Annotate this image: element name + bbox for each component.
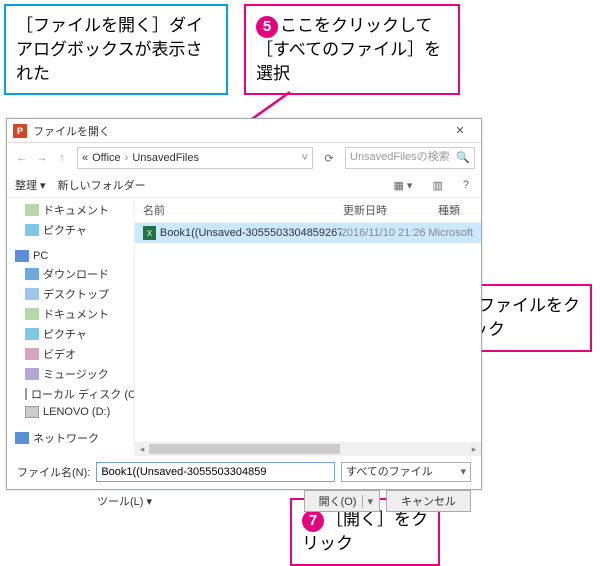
drive-icon [25,406,39,418]
network-icon [15,432,29,444]
sidebar-item-downloads[interactable]: ダウンロード [7,264,134,284]
drive-icon [25,388,27,400]
chevron-right-icon: › [125,152,129,164]
music-icon [25,368,39,380]
filetype-select[interactable]: すべてのファイル [341,462,471,482]
sidebar-item-pc[interactable]: PC [7,248,134,264]
filename-input[interactable] [96,462,335,482]
video-icon [25,348,39,360]
pictures-icon [25,224,39,236]
breadcrumb-segment[interactable]: UnsavedFiles [132,152,199,164]
buttons-row: ツール(L) ▾ 開く(O)▾ キャンセル [17,490,471,512]
filename-label: ファイル名(N): [17,464,90,480]
horizontal-scrollbar[interactable]: ◂ ▸ [135,442,481,456]
nav-arrows: ← → ↑ [13,149,71,167]
forward-button[interactable]: → [33,149,51,167]
dialog-body: ドキュメント ピクチャ PC ダウンロード デスクトップ ドキュメント ピクチャ… [7,198,481,456]
scroll-right-button[interactable]: ▸ [467,442,481,456]
address-bar: ← → ↑ « Office › UnsavedFiles ˅ ⟳ Unsave… [7,143,481,173]
sidebar-item-video[interactable]: ビデオ [7,344,134,364]
file-row[interactable]: X Book1((Unsaved-305550330485926762)) 20… [135,223,481,243]
sidebar-item-pictures2[interactable]: ピクチャ [7,324,134,344]
scroll-thumb[interactable] [149,444,340,454]
downloads-icon [25,268,39,280]
scroll-left-button[interactable]: ◂ [135,442,149,456]
file-date-cell: 2016/11/10 21:26 [341,227,429,239]
callout-step5: 5ここをクリックして［すべてのファイル］を選択 [244,4,460,95]
sidebar-item-ddrive[interactable]: LENOVO (D:) [7,404,134,420]
column-header-type[interactable]: 種類 [438,202,473,218]
sidebar-item-documents[interactable]: ドキュメント [7,200,134,220]
column-headers: 名前 更新日時 種類 [135,198,481,223]
sidebar-item-network[interactable]: ネットワーク [7,428,134,448]
view-options-button[interactable]: ▦ ▾ [389,179,416,192]
breadcrumb-overflow: « [82,152,88,164]
tools-menu[interactable]: ツール(L) ▾ [97,493,152,509]
pictures-icon [25,328,39,340]
column-header-date[interactable]: 更新日時 [343,202,438,218]
callout-text: ここをクリックして［すべてのファイル］を選択 [256,16,441,83]
powerpoint-icon: P [13,124,27,138]
open-button[interactable]: 開く(O)▾ [304,490,380,512]
search-placeholder: UnsavedFilesの検索 [350,151,450,163]
chevron-down-icon[interactable]: ˅ [302,152,308,164]
file-list-pane: 名前 更新日時 種類 X Book1((Unsaved-305550330485… [135,198,481,456]
sidebar-item-pictures[interactable]: ピクチャ [7,220,134,240]
step-number-5: 5 [256,16,278,38]
pc-icon [15,250,29,262]
documents-icon [25,308,39,320]
refresh-button[interactable]: ⟳ [319,148,339,168]
breadcrumb-segment[interactable]: Office [92,152,121,164]
filename-row: ファイル名(N): すべてのファイル [17,462,471,482]
up-button[interactable]: ↑ [53,149,71,167]
file-open-dialog: P ファイルを開く ✕ ← → ↑ « Office › UnsavedFile… [6,118,482,490]
callout-text: ［ファイルを開く］ダイアログボックスが表示された [16,16,203,83]
desktop-icon [25,288,39,300]
dialog-footer: ファイル名(N): すべてのファイル ツール(L) ▾ 開く(O)▾ キャンセル [7,456,481,518]
help-button[interactable]: ? [459,179,473,191]
cancel-button[interactable]: キャンセル [386,490,471,512]
search-input[interactable]: UnsavedFilesの検索 🔍 [345,147,475,169]
callout-top-left: ［ファイルを開く］ダイアログボックスが表示された [4,4,228,95]
breadcrumb[interactable]: « Office › UnsavedFiles ˅ [77,147,313,169]
sidebar-item-music[interactable]: ミュージック [7,364,134,384]
column-header-name[interactable]: 名前 [143,202,343,218]
titlebar: P ファイルを開く ✕ [7,119,481,143]
dialog-title: ファイルを開く [33,123,445,139]
toolbar: 整理 ▾ 新しいフォルダー ▦ ▾ ▥ ? [7,173,481,198]
search-icon: 🔍 [456,151,470,164]
sidebar-item-desktop[interactable]: デスクトップ [7,284,134,304]
excel-icon: X [143,226,156,240]
sidebar-item-cdrive[interactable]: ローカル ディスク (C [7,384,134,404]
close-button[interactable]: ✕ [445,124,475,137]
preview-pane-button[interactable]: ▥ [428,179,446,192]
new-folder-button[interactable]: 新しいフォルダー [58,177,146,193]
file-name-cell: Book1((Unsaved-305550330485926762)) [160,227,341,239]
file-type-cell: Microsoft [428,227,473,239]
organize-button[interactable]: 整理 ▾ [15,177,46,193]
sidebar: ドキュメント ピクチャ PC ダウンロード デスクトップ ドキュメント ピクチャ… [7,198,135,456]
sidebar-item-documents2[interactable]: ドキュメント [7,304,134,324]
documents-icon [25,204,39,216]
scroll-track[interactable] [149,442,467,456]
open-dropdown-icon[interactable]: ▾ [362,495,373,508]
back-button[interactable]: ← [13,149,31,167]
